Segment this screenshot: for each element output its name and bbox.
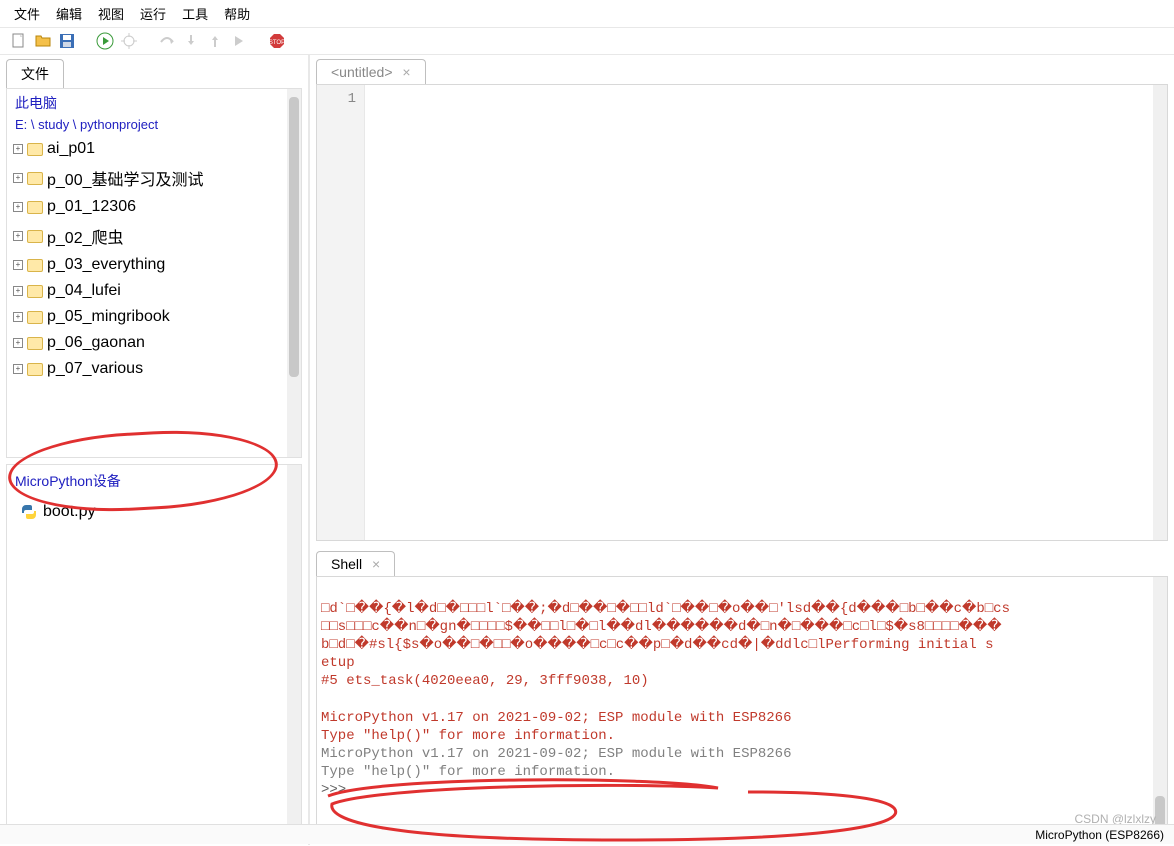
menu-help[interactable]: 帮助 (216, 2, 258, 25)
folder-icon (27, 311, 43, 324)
file-tree[interactable]: + ai_p01 + p_00_基础学习及测试 + p_01_12306 + p_02_… (7, 136, 301, 414)
tree-row[interactable]: + p_06_gaonan (7, 330, 301, 356)
gutter-line-1: 1 (317, 91, 356, 107)
tree-row[interactable]: + p_00_基础学习及测试 (7, 162, 301, 194)
mp-scrollbar[interactable] (287, 465, 301, 838)
close-shell-icon[interactable]: × (372, 556, 380, 572)
folder-label: p_04_lufei (47, 282, 121, 300)
files-path[interactable]: E: \ study \ pythonproject (7, 117, 301, 136)
folder-label: p_03_everything (47, 256, 165, 274)
step-over-icon[interactable] (158, 32, 176, 50)
tree-row[interactable]: + ai_p01 (7, 136, 301, 162)
shell-tab[interactable]: Shell × (316, 551, 395, 576)
expand-icon[interactable]: + (13, 173, 23, 183)
folder-icon (27, 285, 43, 298)
menu-view[interactable]: 视图 (90, 2, 132, 25)
expand-icon[interactable]: + (13, 260, 23, 270)
svg-text:STOP: STOP (269, 40, 285, 46)
shell-line: MicroPython v1.17 on 2021-09-02; ESP mod… (321, 746, 791, 762)
shell-line: Type "help()" for more information. (321, 728, 615, 744)
tree-row[interactable]: + p_05_mingribook (7, 304, 301, 330)
shell-line: Type "help()" for more information. (321, 764, 615, 780)
folder-icon (27, 230, 43, 243)
status-bar: MicroPython (ESP8266) (0, 824, 1174, 844)
folder-label: p_01_12306 (47, 198, 136, 216)
tree-row[interactable]: + p_01_12306 (7, 194, 301, 220)
shell-prompt[interactable]: >>> (321, 782, 346, 798)
step-into-icon[interactable] (182, 32, 200, 50)
tree-row[interactable]: + p_04_lufei (7, 278, 301, 304)
expand-icon[interactable]: + (13, 286, 23, 296)
tree-row[interactable]: + p_02_爬虫 (7, 220, 301, 252)
folder-icon (27, 143, 43, 156)
folder-icon (27, 363, 43, 376)
editor-tab-label: <untitled> (331, 64, 393, 80)
python-file-icon (21, 504, 37, 520)
expand-icon[interactable]: + (13, 231, 23, 241)
expand-icon[interactable]: + (13, 364, 23, 374)
editor-body[interactable]: 1 (316, 84, 1168, 541)
folder-label: p_02_爬虫 (47, 224, 124, 248)
folder-icon (27, 337, 43, 350)
stop-icon[interactable]: STOP (268, 32, 286, 50)
resume-icon[interactable] (230, 32, 248, 50)
code-area[interactable] (365, 85, 1167, 540)
close-tab-icon[interactable]: × (402, 64, 410, 80)
expand-icon[interactable]: + (13, 202, 23, 212)
menu-edit[interactable]: 编辑 (48, 2, 90, 25)
folder-icon (27, 201, 43, 214)
shell-scrollbar[interactable] (1153, 577, 1167, 840)
menu-run[interactable]: 运行 (132, 2, 174, 25)
tree-row[interactable]: + p_07_various (7, 356, 301, 382)
expand-icon[interactable]: + (13, 338, 23, 348)
shell-line: MicroPython v1.17 on 2021-09-02; ESP mod… (321, 710, 791, 726)
folder-label: p_05_mingribook (47, 308, 170, 326)
folder-icon (27, 259, 43, 272)
editor-gutter: 1 (317, 85, 365, 540)
folder-label: p_06_gaonan (47, 334, 145, 352)
menu-bar: 文件 编辑 视图 运行 工具 帮助 (0, 0, 1174, 28)
menu-file[interactable]: 文件 (6, 2, 48, 25)
folder-label: ai_p01 (47, 140, 95, 158)
new-file-icon[interactable] (10, 32, 28, 50)
editor-tab[interactable]: <untitled> × (316, 59, 426, 84)
tree-row[interactable]: + p_03_everything (7, 252, 301, 278)
files-tab[interactable]: 文件 (6, 59, 64, 88)
mp-file-row[interactable]: boot.py (7, 497, 301, 527)
folder-label: p_07_various (47, 360, 143, 378)
shell-tab-label: Shell (331, 556, 362, 572)
files-scrollbar[interactable] (287, 89, 301, 457)
shell-line: etup (321, 655, 355, 671)
micropython-device-label[interactable]: MicroPython设备 (15, 473, 121, 489)
expand-icon[interactable]: + (13, 144, 23, 154)
folder-icon (27, 172, 43, 185)
status-interpreter[interactable]: MicroPython (ESP8266) (1035, 828, 1164, 842)
run-icon[interactable] (96, 32, 114, 50)
shell-line: □□s□□□c��n□�gn�□□□□$��□□l□�□l��dl������d… (321, 619, 1002, 635)
shell-output[interactable]: □d`□��{�l�d□�□□□l`□��;�d□��□�□□ld`□��□�o… (316, 576, 1168, 841)
editor-scrollbar[interactable] (1153, 85, 1167, 540)
save-icon[interactable] (58, 32, 76, 50)
shell-line: b□d□�#sl{$s�o��□�□□�o����□c□c��p□�d��cd�… (321, 637, 994, 653)
files-root-label[interactable]: 此电脑 (15, 95, 57, 111)
mp-file-name: boot.py (43, 503, 95, 521)
shell-line: □d`□��{�l�d□�□□□l`□��;�d□��□�□□ld`□��□�o… (321, 601, 1010, 617)
menu-tools[interactable]: 工具 (174, 2, 216, 25)
debug-icon[interactable] (120, 32, 138, 50)
open-file-icon[interactable] (34, 32, 52, 50)
toolbar: STOP (0, 28, 1174, 55)
expand-icon[interactable]: + (13, 312, 23, 322)
step-out-icon[interactable] (206, 32, 224, 50)
shell-line: #5 ets_task(4020eea0, 29, 3fff9038, 10) (321, 673, 649, 689)
folder-label: p_00_基础学习及测试 (47, 166, 204, 190)
